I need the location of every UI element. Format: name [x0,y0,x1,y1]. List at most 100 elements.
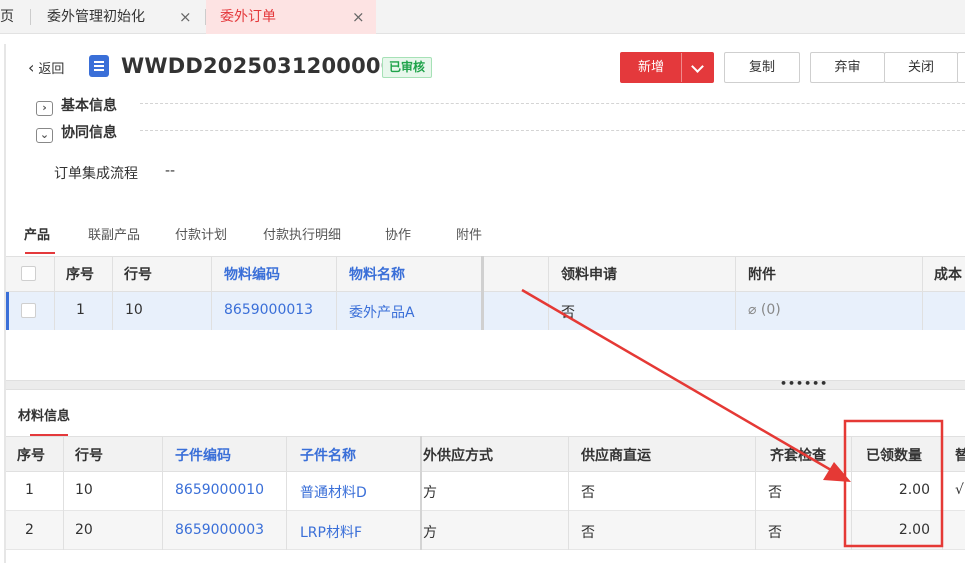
cell-supply-mode: 方 [423,525,437,541]
cell-seq: 2 [25,522,34,538]
col-component-name[interactable]: 子件名称 [300,445,356,465]
chevron-right-icon: › [36,101,53,116]
tab-label: 委外订单 [220,9,276,25]
tab-payment-plan[interactable]: 付款计划 [175,224,227,243]
col-divider [735,256,736,330]
col-received-qty: 已领数量 [866,448,922,464]
cell-direct-ship: 否 [581,525,595,541]
document-icon [89,55,109,77]
col-line: 行号 [124,267,152,283]
cell-kit-check: 否 [768,525,782,541]
col-divider [548,256,549,330]
paperclip-icon: ⌀ [748,302,757,318]
col-divider [851,436,852,550]
tab-label: 委外管理初始化 [47,9,145,25]
col-seq: 序号 [17,448,45,464]
col-component-code[interactable]: 子件编码 [175,445,231,465]
more-button[interactable] [957,52,965,83]
table-row[interactable] [6,472,965,511]
col-substitute: 替 [955,448,965,464]
cell-received-qty: 2.00 [898,482,930,498]
tab-payment-details[interactable]: 付款执行明细 [263,224,341,243]
section-collab-info[interactable]: ⌄ 协同信息 [36,122,117,143]
table-row[interactable] [6,511,965,550]
section-basic-info[interactable]: › 基本信息 [36,95,117,116]
cell-material-name[interactable]: 委外产品A [349,302,415,322]
back-label: 返回 [38,62,65,77]
row-selection-marker [6,292,9,330]
cell-substitute: √ [955,482,964,498]
col-material-name[interactable]: 物料名称 [349,264,405,284]
order-flow-label: 订单集成流程 [54,166,138,182]
tab-bar: 页 委外管理初始化 × 委外订单 × [0,0,965,34]
cell-received-qty: 2.00 [898,522,930,538]
tab-collaboration[interactable]: 协作 [385,224,411,243]
col-divider [568,436,569,550]
col-direct-ship: 供应商直运 [581,448,651,464]
tab-attachments[interactable]: 附件 [456,224,482,243]
copy-button[interactable]: 复制 [724,52,800,83]
tab-co-products[interactable]: 联副产品 [88,224,140,243]
table-row[interactable] [6,292,965,330]
attachment-count: (0) [760,302,781,318]
close-button[interactable]: 关闭 [884,52,958,83]
col-line: 行号 [75,448,103,464]
col-divider [54,256,55,330]
cell-requisition: 否 [561,305,575,321]
col-attachment: 附件 [748,267,776,283]
cell-component-code[interactable]: 8659000003 [175,522,264,538]
row-checkbox[interactable] [21,303,36,318]
abandon-review-button[interactable]: 弃审 [810,52,885,83]
back-button[interactable]: ‹ 返回 [28,58,64,77]
select-all-checkbox[interactable] [21,266,36,281]
col-divider [922,256,923,330]
divider [140,130,965,131]
frozen-col-divider[interactable] [420,436,422,550]
cell-direct-ship: 否 [581,485,595,501]
col-divider [942,436,943,550]
col-supply-mode: 外供应方式 [423,448,493,464]
col-divider [336,256,337,330]
col-divider [755,436,756,550]
cell-seq: 1 [76,302,85,318]
tab-product[interactable]: 产品 [24,224,50,243]
col-cost: 成本 [934,267,962,283]
cell-component-code[interactable]: 8659000010 [175,482,264,498]
tab-label: 页 [0,9,14,25]
cell-material-code[interactable]: 8659000013 [224,302,313,318]
section-label: 基本信息 [61,98,117,114]
cell-attachment[interactable]: ⌀ (0) [748,302,781,318]
tab-outsourcing-init[interactable]: 委外管理初始化 × [31,0,205,34]
col-seq: 序号 [66,267,94,283]
tab-outsourcing-order[interactable]: 委外订单 × [206,0,376,34]
order-flow-value: -- [165,163,176,179]
button-divider [681,53,682,82]
chevron-down-icon[interactable] [691,60,704,73]
col-requisition: 领料申请 [561,267,617,283]
status-badge: 已审核 [382,57,433,78]
chevron-down-icon: ⌄ [36,128,53,143]
drag-handle-icon[interactable]: •••••• [780,378,828,389]
cell-line: 20 [75,522,93,538]
tab-home[interactable]: 页 [0,0,30,34]
close-icon[interactable]: × [352,0,365,34]
new-button-label: 新增 [637,60,664,75]
material-info-title[interactable]: 材料信息 [18,405,70,424]
cell-line: 10 [125,302,143,318]
col-divider [112,256,113,330]
col-divider [211,256,212,330]
cell-kit-check: 否 [768,485,782,501]
frozen-col-divider[interactable] [481,256,484,330]
col-divider [162,436,163,550]
app-window: 页 委外管理初始化 × 委外订单 × ‹ 返回 WWDD2025031200000… [0,0,965,563]
col-material-code[interactable]: 物料编码 [224,264,280,284]
divider [140,103,965,104]
col-divider [63,436,64,550]
close-icon[interactable]: × [179,0,192,34]
cell-supply-mode: 方 [423,485,437,501]
new-button[interactable]: 新增 [620,52,714,83]
section-label: 协同信息 [61,125,117,141]
cell-component-name[interactable]: LRP材料F [300,522,362,542]
chevron-left-icon: ‹ [28,58,35,77]
cell-component-name[interactable]: 普通材料D [300,482,367,502]
